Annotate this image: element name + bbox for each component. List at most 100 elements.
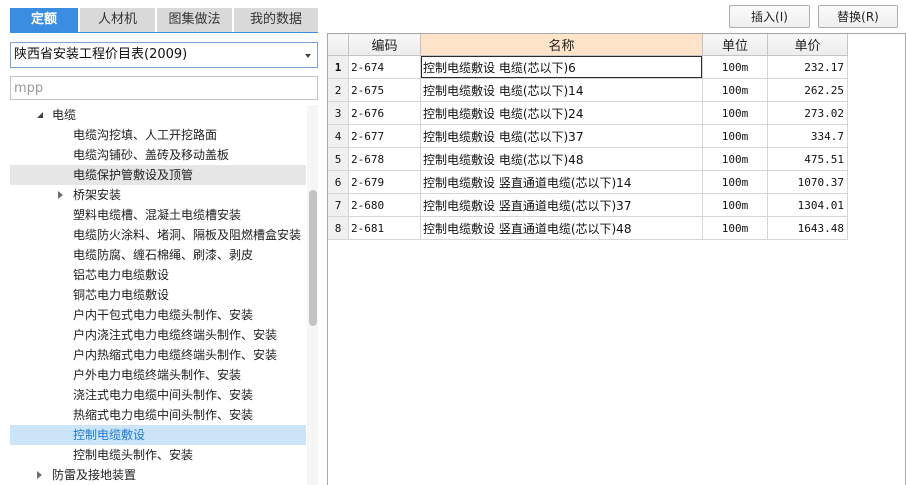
- tree-item[interactable]: 电缆: [10, 105, 306, 125]
- row-number-header[interactable]: [328, 34, 349, 56]
- cell-price[interactable]: 1070.37: [767, 170, 848, 194]
- tree-item-label: 铝芯电力电缆敷设: [73, 268, 170, 282]
- tree-item[interactable]: 热缩式电力电缆中间头制作、安装: [10, 405, 306, 425]
- tree-item[interactable]: 控制电缆敷设: [10, 425, 306, 445]
- tree-scrollbar-thumb[interactable]: [309, 190, 317, 326]
- cell-code[interactable]: 2-675: [348, 78, 421, 102]
- tree-item[interactable]: 电缆防腐、缠石棉绳、刷漆、剥皮: [10, 245, 306, 265]
- table-row[interactable]: 2 2-675 控制电缆敷设 电缆(芯以下)14 100m 262.25: [328, 78, 848, 102]
- table-row[interactable]: 1 2-674 控制电缆敷设 电缆(芯以下)6 100m 232.17: [328, 55, 848, 79]
- replace-button[interactable]: 替换(R): [818, 5, 898, 28]
- collapsed-triangle-icon[interactable]: [37, 471, 42, 479]
- tree-item[interactable]: 铜芯电力电缆敷设: [10, 285, 306, 305]
- cell-name[interactable]: 控制电缆敷设 电缆(芯以下)6: [420, 55, 703, 79]
- cell-name[interactable]: 控制电缆敷设 电缆(芯以下)24: [420, 101, 703, 125]
- expanded-triangle-icon[interactable]: [37, 112, 43, 118]
- cell-name[interactable]: 控制电缆敷设 竖直通道电缆(芯以下)14: [420, 170, 703, 194]
- tab-labor-material-machine[interactable]: 人材机: [80, 8, 155, 32]
- cell-unit[interactable]: 100m: [702, 101, 768, 125]
- row-number-cell[interactable]: 7: [328, 193, 349, 217]
- library-select[interactable]: 陕西省安装工程价目表(2009): [10, 42, 318, 68]
- cell-unit[interactable]: 100m: [702, 78, 768, 102]
- tree-item[interactable]: 户内干包式电力电缆头制作、安装: [10, 305, 306, 325]
- table-body: 1 2-674 控制电缆敷设 电缆(芯以下)6 100m 232.17 2 2-675 控制电…: [328, 55, 848, 240]
- tree-item[interactable]: 铝芯电力电缆敷设: [10, 265, 306, 285]
- tree-item[interactable]: 浇注式电力电缆中间头制作、安装: [10, 385, 306, 405]
- quota-table: 编码 名称 单位 单价 1 2-674 控制电缆敷设 电缆(芯以下)6 100m 232.17…: [328, 34, 848, 240]
- cell-unit[interactable]: 100m: [702, 147, 768, 171]
- tree-item[interactable]: 塑料电缆槽、混凝土电缆槽安装: [10, 205, 306, 225]
- row-number-cell[interactable]: 4: [328, 124, 349, 148]
- tree-item-label: 热缩式电力电缆中间头制作、安装: [73, 408, 254, 422]
- cell-code[interactable]: 2-674: [348, 55, 421, 79]
- table-row[interactable]: 8 2-681 控制电缆敷设 竖直通道电缆(芯以下)48 100m 1643.48: [328, 216, 848, 240]
- category-tree: 电缆 电缆沟挖填、人工开挖路面电缆沟铺砂、盖砖及移动盖板 电缆保护管敷设及顶管桥架安…: [10, 105, 318, 485]
- cell-price[interactable]: 1643.48: [767, 216, 848, 240]
- column-header-code[interactable]: 编码: [348, 34, 421, 56]
- tree-item[interactable]: 户外电力电缆终端头制作、安装: [10, 365, 306, 385]
- tree-item[interactable]: 电缆沟铺砂、盖砖及移动盖板: [10, 145, 306, 165]
- cell-unit[interactable]: 100m: [702, 216, 768, 240]
- cell-name[interactable]: 控制电缆敷设 竖直通道电缆(芯以下)37: [420, 193, 703, 217]
- left-panel: 定额 人材机 图集做法 我的数据 陕西省安装工程价目表(2009) 电缆电缆沟挖…: [0, 0, 322, 485]
- cell-unit[interactable]: 100m: [702, 124, 768, 148]
- cell-code[interactable]: 2-676: [348, 101, 421, 125]
- search-input[interactable]: [10, 76, 318, 100]
- table-row[interactable]: 5 2-678 控制电缆敷设 电缆(芯以下)48 100m 475.51: [328, 147, 848, 171]
- table-row[interactable]: 4 2-677 控制电缆敷设 电缆(芯以下)37 100m 334.7: [328, 124, 848, 148]
- tree-item[interactable]: 电缆沟挖填、人工开挖路面: [10, 125, 306, 145]
- column-header-name[interactable]: 名称: [420, 34, 703, 56]
- row-number-cell[interactable]: 8: [328, 216, 349, 240]
- tab-quota[interactable]: 定额: [10, 8, 78, 32]
- column-header-price[interactable]: 单价: [767, 34, 848, 56]
- tab-my-data[interactable]: 我的数据: [234, 8, 318, 32]
- cell-code[interactable]: 2-679: [348, 170, 421, 194]
- tab-atlas-method[interactable]: 图集做法: [157, 8, 232, 32]
- table-header-row: 编码 名称 单位 单价: [328, 34, 848, 56]
- column-header-unit[interactable]: 单位: [702, 34, 768, 56]
- cell-unit[interactable]: 100m: [702, 193, 768, 217]
- tree-scrollbar[interactable]: [307, 105, 318, 485]
- tree-item-label: 塑料电缆槽、混凝土电缆槽安装: [73, 208, 242, 222]
- collapsed-triangle-icon[interactable]: [58, 191, 63, 199]
- cell-price[interactable]: 475.51: [767, 147, 848, 171]
- table-row[interactable]: 3 2-676 控制电缆敷设 电缆(芯以下)24 100m 273.02: [328, 101, 848, 125]
- tree-item[interactable]: 桥架安装: [10, 185, 306, 205]
- tree-item[interactable]: 电缆防火涂料、堵洞、隔板及阻燃槽盒安装: [10, 225, 306, 245]
- cell-price[interactable]: 273.02: [767, 101, 848, 125]
- tree-item-label: 铜芯电力电缆敷设: [73, 288, 170, 302]
- cell-price[interactable]: 334.7: [767, 124, 848, 148]
- cell-name[interactable]: 控制电缆敷设 电缆(芯以下)14: [420, 78, 703, 102]
- tree-item-label: 电缆沟铺砂、盖砖及移动盖板: [73, 148, 230, 162]
- cell-code[interactable]: 2-681: [348, 216, 421, 240]
- cell-name[interactable]: 控制电缆敷设 电缆(芯以下)48: [420, 147, 703, 171]
- cell-name[interactable]: 控制电缆敷设 电缆(芯以下)37: [420, 124, 703, 148]
- tree-item[interactable]: 户内热缩式电力电缆终端头制作、安装: [10, 345, 306, 365]
- table-row[interactable]: 7 2-680 控制电缆敷设 竖直通道电缆(芯以下)37 100m 1304.01: [328, 193, 848, 217]
- row-number-cell[interactable]: 5: [328, 147, 349, 171]
- row-number-cell[interactable]: 1: [328, 55, 349, 79]
- tree-item[interactable]: 电缆保护管敷设及顶管: [10, 165, 306, 185]
- cell-price[interactable]: 262.25: [767, 78, 848, 102]
- row-number-cell[interactable]: 6: [328, 170, 349, 194]
- row-number-cell[interactable]: 2: [328, 78, 349, 102]
- cell-code[interactable]: 2-677: [348, 124, 421, 148]
- cell-unit[interactable]: 100m: [702, 55, 768, 79]
- cell-price[interactable]: 1304.01: [767, 193, 848, 217]
- library-select-value: 陕西省安装工程价目表(2009): [14, 47, 188, 62]
- tree-item[interactable]: 户内浇注式电力电缆终端头制作、安装: [10, 325, 306, 345]
- cell-code[interactable]: 2-680: [348, 193, 421, 217]
- tree-item-label: 控制电缆头制作、安装: [73, 448, 194, 462]
- insert-button[interactable]: 插入(I): [729, 5, 810, 28]
- cell-unit[interactable]: 100m: [702, 170, 768, 194]
- cell-price[interactable]: 232.17: [767, 55, 848, 79]
- row-number-cell[interactable]: 3: [328, 101, 349, 125]
- cell-name[interactable]: 控制电缆敷设 竖直通道电缆(芯以下)48: [420, 216, 703, 240]
- tree-item-label: 电缆保护管敷设及顶管: [73, 168, 194, 182]
- chevron-down-icon[interactable]: [305, 54, 311, 58]
- cell-code[interactable]: 2-678: [348, 147, 421, 171]
- table-row[interactable]: 6 2-679 控制电缆敷设 竖直通道电缆(芯以下)14 100m 1070.37: [328, 170, 848, 194]
- tree-item[interactable]: 控制电缆头制作、安装: [10, 445, 306, 465]
- tab-strip: 定额 人材机 图集做法 我的数据: [10, 8, 318, 33]
- tree-item[interactable]: 防雷及接地装置: [10, 465, 306, 485]
